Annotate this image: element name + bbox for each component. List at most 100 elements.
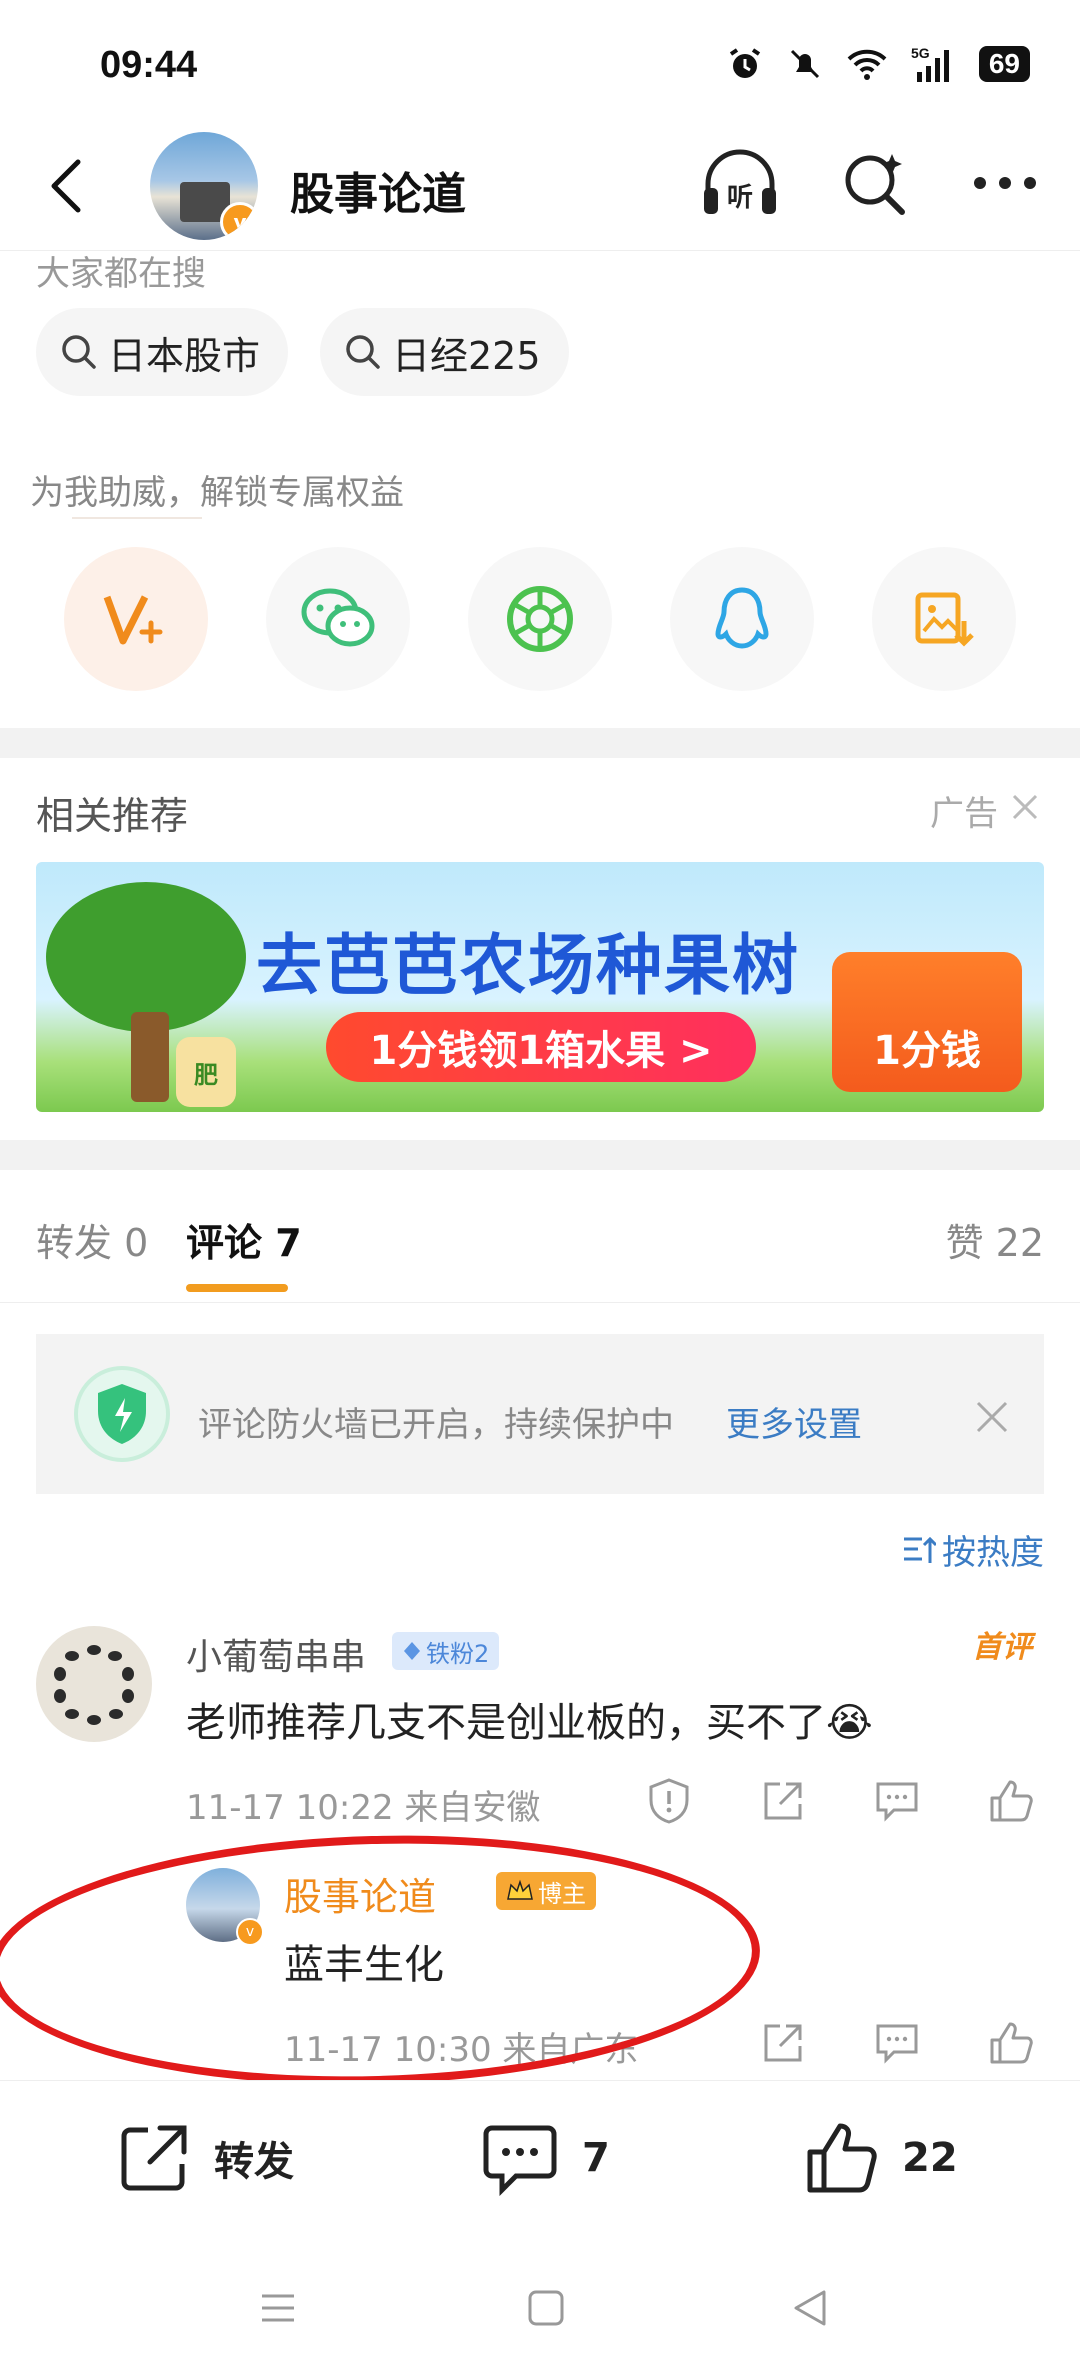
recommend-title: 相关推荐 [36,794,189,838]
listen-button[interactable]: 听 [700,148,780,222]
like-comment-button[interactable] [986,1776,1036,1826]
repost-icon [121,2125,187,2191]
shield-icon [72,1364,172,1464]
tab-likes[interactable]: 赞 22 [946,1212,1044,1267]
more-settings-link[interactable]: 更多设置 [726,1397,862,1446]
sort-label: 按热度 [942,1533,1044,1573]
recent-apps-button[interactable] [258,2288,298,2328]
comment-time: 11-17 10:22 [186,1788,394,1828]
reply-comment-button[interactable] [872,1776,922,1826]
share-wechat-button[interactable] [266,547,410,691]
vplus-icon [103,595,163,645]
report-button[interactable] [644,1776,694,1826]
tab-comments[interactable]: 评论 7 [186,1212,302,1267]
mute-bell-icon [790,49,819,79]
share-moments-button[interactable] [468,547,612,691]
fan-level-label: 铁粉2 [426,1639,490,1668]
close-icon [976,1401,1008,1433]
search-icon [346,335,380,369]
wifi-icon [847,49,887,80]
banner-tree-trunk [131,1012,169,1102]
svg-text:5G: 5G [911,45,930,61]
thumbs-up-icon [990,1780,1033,1822]
verified-icon: v [220,202,258,240]
status-time: 09:44 [100,44,198,86]
moments-aperture-icon [507,586,573,652]
ad-label-text: 广告 [930,794,998,834]
share-vplus-button[interactable] [64,547,208,691]
search-chip-label: 日经225 [392,333,541,378]
section-divider [0,728,1080,758]
avatar-image: v [150,132,258,240]
back-triangle-icon [794,2290,826,2326]
share-icon [764,2024,802,2062]
search-icon [62,335,96,369]
report-shield-icon [649,1778,689,1824]
like-count: 22 [902,2135,958,2181]
like-button[interactable]: 22 [804,2120,958,2196]
share-reply-button[interactable] [758,2018,808,2068]
thumbs-up-icon [990,2022,1033,2064]
commenter-avatar[interactable] [36,1626,152,1742]
like-reply-button[interactable] [986,2018,1036,2068]
repost-label: 转发 [214,2139,294,2185]
banner-fruit-box: 1分钱 [832,952,1022,1092]
headphones-listen-icon: 听 [704,149,776,214]
section-divider [0,1140,1080,1170]
firewall-close-button[interactable] [974,1396,1010,1445]
page-title[interactable]: 股事论道 [290,158,466,222]
annotation-ellipse [0,1825,764,2095]
banner-cta[interactable]: 1分钱领1箱水果 > [326,1012,756,1082]
chevron-left-icon [51,159,81,213]
first-comment-badge: 首评 [972,1630,1032,1665]
home-square-icon [528,2290,564,2326]
qq-penguin-icon [715,587,769,649]
thumbs-up-icon [807,2123,877,2193]
active-tab-indicator [186,1284,288,1292]
comment-icon [483,2125,557,2196]
repost-button[interactable]: 转发 [116,2120,294,2196]
comment-count: 7 [582,2135,610,2181]
alarm-icon [729,48,760,78]
firewall-text: 评论防火墙已开启，持续保护中 [198,1405,674,1445]
reply-reply-button[interactable] [872,2018,922,2068]
share-comment-button[interactable] [758,1776,808,1826]
sort-button[interactable]: 按热度 [902,1525,1044,1574]
comment-icon [876,2024,918,2064]
search-chip-label: 日本股市 [108,333,261,378]
comment-button[interactable]: 7 [480,2120,610,2196]
save-image-button[interactable] [872,547,1016,691]
fan-level-badge: 铁粉2 [392,1632,500,1670]
status-icons: 5G 69 [727,44,1030,84]
commenter-name[interactable]: 小葡萄串串 [186,1628,366,1680]
more-button[interactable] [970,173,1040,197]
search-chip[interactable]: 日本股市 [36,308,289,396]
search-chip[interactable]: 日经225 [320,308,569,396]
sort-icon [904,1536,936,1563]
menu-lines-icon [262,2294,294,2322]
wechat-icon [301,588,375,647]
ad-banner[interactable]: 肥 去芭芭农场种果树 1分钱领1箱水果 > 1分钱 [36,862,1044,1112]
comment-meta: 11-17 10:22 来自安徽 [186,1780,540,1829]
back-nav-button[interactable] [790,2288,830,2328]
support-underline [72,517,202,519]
ad-label: 广告 [930,786,1040,835]
back-button[interactable] [36,156,96,216]
close-icon [1012,794,1038,819]
tab-repost[interactable]: 转发 0 [36,1212,148,1267]
banner-headline: 去芭芭农场种果树 [256,927,800,1004]
share-qq-button[interactable] [670,547,814,691]
battery-indicator: 69 [978,46,1030,82]
interaction-tabs [0,1172,1080,1303]
ad-close-button[interactable] [1010,791,1040,831]
banner-tree-illustration [46,882,246,1032]
home-button[interactable] [526,2288,566,2328]
comment-location: 来自安徽 [404,1788,541,1828]
diamond-icon [404,1642,420,1660]
signal-5g-icon: 5G [911,45,949,82]
header-actions: 听 [700,148,1040,222]
save-image-icon [915,592,974,647]
more-dots-icon [974,177,1036,189]
author-avatar[interactable]: v [150,132,258,240]
search-button[interactable] [840,148,910,222]
